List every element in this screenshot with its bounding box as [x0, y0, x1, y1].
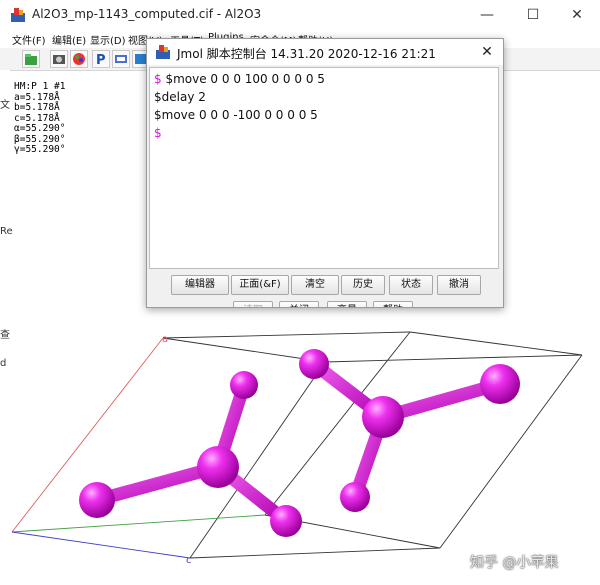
axis-c-label: c [186, 555, 192, 566]
main-titlebar: Al2O3_mp-1143_computed.cif - Al2O3 — ☐ ✕ [0, 0, 600, 31]
axis-b-line [11, 514, 266, 533]
cell-edge [189, 547, 441, 559]
atom[interactable] [270, 505, 302, 537]
undo-button[interactable]: 撤消 [437, 275, 481, 295]
atom[interactable] [480, 364, 520, 404]
console-line: $ [154, 126, 162, 140]
prompt-symbol: $ [154, 126, 162, 140]
console-title: Jmol 脚本控制台 14.31.20 2020-12-16 21:21 [177, 47, 436, 61]
maximize-button[interactable]: ☐ [510, 0, 556, 30]
console-line: $delay 2 [154, 90, 206, 104]
atom[interactable] [362, 396, 404, 438]
menu-edit[interactable]: 编辑(E) [52, 32, 86, 47]
history-button[interactable]: 历史 [341, 275, 385, 295]
help-button[interactable]: 帮助 [373, 301, 413, 307]
svg-text:P: P [96, 53, 106, 67]
atom[interactable] [299, 349, 329, 379]
watermark: 知乎 @小苹果 [470, 555, 559, 571]
molecule-1-bonds [90, 378, 293, 528]
script-console-dialog: Jmol 脚本控制台 14.31.20 2020-12-16 21:21 ✕ $… [146, 38, 504, 308]
close-icon[interactable]: ✕ [471, 39, 503, 65]
palette-icon[interactable] [70, 50, 88, 68]
atom[interactable] [340, 482, 370, 512]
open-icon[interactable] [22, 50, 40, 68]
window-title: Al2O3_mp-1143_computed.cif - Al2O3 [32, 7, 262, 21]
jmol-app-icon [11, 8, 25, 22]
minimize-button[interactable]: — [464, 0, 510, 30]
atom[interactable] [197, 446, 239, 488]
state-button[interactable]: 状态 [389, 275, 433, 295]
menu-display[interactable]: 显示(D) [90, 32, 126, 47]
cell-edge [324, 354, 583, 363]
prompt-symbol: $ [154, 72, 162, 86]
pick-icon[interactable] [112, 50, 130, 68]
axis-a-label: a [162, 334, 168, 345]
cell-edge [409, 331, 583, 356]
axis-c-line [11, 531, 191, 559]
editor-button[interactable]: 编辑器 [171, 275, 229, 295]
console-line: $move 0 0 0 -100 0 0 0 0 5 [154, 108, 318, 122]
atom[interactable] [79, 482, 115, 518]
console-text-area[interactable]: $ $move 0 0 0 100 0 0 0 0 5 $delay 2 $mo… [149, 67, 499, 269]
variables-button[interactable]: 变量 [327, 301, 367, 307]
menu-file[interactable]: 文件(F) [12, 32, 46, 47]
front-button[interactable]: 正面(&F) [231, 275, 289, 295]
jmol-app-icon [156, 45, 170, 59]
rotate-icon[interactable]: P [92, 50, 110, 68]
close-window-button[interactable]: ✕ [554, 0, 600, 30]
clear-button[interactable]: 清空 [291, 275, 339, 295]
camera-icon[interactable] [50, 50, 68, 68]
command-text: $move 0 0 0 100 0 0 0 0 5 [161, 72, 325, 86]
close-console-button[interactable]: 关闭 [279, 301, 319, 307]
console-line: $ $move 0 0 0 100 0 0 0 0 5 [154, 72, 325, 86]
cell-edge [162, 331, 411, 339]
load-button[interactable]: 读取 [233, 301, 273, 307]
console-titlebar[interactable]: Jmol 脚本控制台 14.31.20 2020-12-16 21:21 ✕ [147, 39, 503, 65]
command-text: $move 0 0 0 -100 0 0 0 0 5 [154, 108, 318, 122]
command-text: $delay 2 [154, 90, 206, 104]
atom[interactable] [230, 371, 258, 399]
molecule-2-bonds [307, 357, 507, 504]
